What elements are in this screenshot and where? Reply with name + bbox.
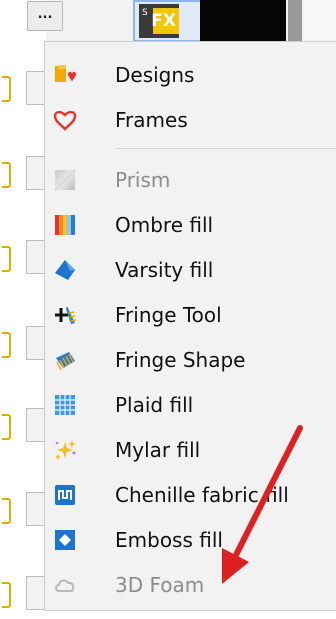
fx-thumbnail-image: S FX bbox=[139, 4, 179, 38]
plaid-fill-icon bbox=[55, 395, 75, 415]
background-strip bbox=[0, 611, 336, 619]
menu-item-label: Emboss fill bbox=[115, 528, 223, 552]
context-menu: Designs Frames Prism Ombre fill Varsity … bbox=[44, 41, 336, 611]
menu-item-fringe-tool[interactable]: Fringe Tool bbox=[45, 293, 336, 337]
menu-item-emboss-fill[interactable]: Emboss fill bbox=[45, 518, 336, 562]
ombre-fill-icon bbox=[55, 215, 75, 235]
menu-item-chenille-fabric-fill[interactable]: Chenille fabric fill bbox=[45, 473, 336, 517]
row-marker bbox=[0, 412, 14, 440]
emboss-fill-icon bbox=[55, 530, 75, 550]
row-marker bbox=[0, 330, 14, 358]
row-marker bbox=[0, 496, 14, 524]
menu-item-frames[interactable]: Frames bbox=[45, 98, 336, 142]
menu-item-label: Chenille fabric fill bbox=[115, 483, 289, 507]
row-marker bbox=[0, 580, 14, 608]
menu-item-label: Varsity fill bbox=[115, 258, 214, 282]
row-marker bbox=[0, 244, 14, 272]
menu-item-label: Designs bbox=[115, 63, 195, 87]
menu-item-plaid-fill[interactable]: Plaid fill bbox=[45, 383, 336, 427]
mylar-fill-icon bbox=[55, 440, 76, 460]
dark-thumbnail[interactable] bbox=[200, 0, 286, 42]
menu-item-mylar-fill[interactable]: Mylar fill bbox=[45, 428, 336, 472]
varsity-fill-icon bbox=[55, 260, 75, 280]
menu-separator bbox=[115, 148, 336, 149]
more-options-button[interactable]: ... bbox=[27, 1, 63, 31]
effect-thumbnail[interactable]: S FX bbox=[133, 0, 203, 42]
white-thumbnail[interactable] bbox=[304, 0, 336, 42]
menu-item-designs[interactable]: Designs bbox=[45, 53, 336, 97]
menu-item-label: Fringe Shape bbox=[115, 348, 246, 372]
menu-item-label: Prism bbox=[115, 168, 171, 192]
menu-item-label: Ombre fill bbox=[115, 213, 214, 237]
3d-foam-icon bbox=[55, 579, 75, 592]
gray-thumbnail[interactable] bbox=[288, 0, 302, 42]
designs-icon bbox=[55, 65, 76, 82]
row-marker bbox=[0, 160, 14, 188]
thumbnail-corner-label: S bbox=[142, 8, 148, 18]
menu-item-ombre-fill[interactable]: Ombre fill bbox=[45, 203, 336, 247]
row-marker bbox=[0, 74, 14, 102]
menu-item-prism[interactable]: Prism bbox=[45, 158, 336, 202]
prism-icon bbox=[54, 169, 76, 191]
menu-item-label: Frames bbox=[115, 108, 188, 132]
menu-item-label: Fringe Tool bbox=[115, 303, 222, 327]
menu-item-3d-foam[interactable]: 3D Foam bbox=[45, 563, 336, 607]
fringe-shape-icon bbox=[56, 352, 75, 371]
menu-item-varsity-fill[interactable]: Varsity fill bbox=[45, 248, 336, 292]
fx-label: FX bbox=[151, 11, 176, 31]
menu-item-label: Plaid fill bbox=[115, 393, 194, 417]
menu-item-label: Mylar fill bbox=[115, 438, 201, 462]
menu-item-label: 3D Foam bbox=[115, 573, 205, 597]
chenille-fabric-fill-icon bbox=[55, 485, 75, 505]
menu-item-fringe-shape[interactable]: Fringe Shape bbox=[45, 338, 336, 382]
fringe-tool-icon bbox=[55, 306, 77, 324]
frames-icon bbox=[53, 110, 77, 131]
